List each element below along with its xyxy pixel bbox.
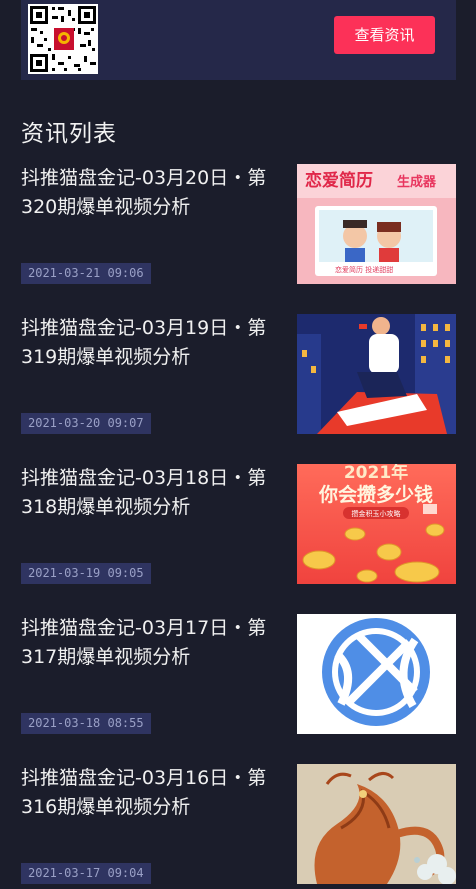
article-thumbnail[interactable] xyxy=(297,314,456,434)
article-date: 2021-03-19 09:05 xyxy=(21,563,151,584)
article-date: 2021-03-20 09:07 xyxy=(21,413,151,434)
article-item[interactable]: 抖推猫盘金记-03月16日・第316期爆单视频分析 2021-03-17 09:… xyxy=(21,764,456,884)
qr-card: 查看资讯 xyxy=(21,0,456,80)
article-date: 2021-03-18 08:55 xyxy=(21,713,151,734)
svg-text:恋爱简历: 恋爱简历 xyxy=(305,170,373,191)
svg-text:2021年: 2021年 xyxy=(344,464,408,483)
article-thumbnail[interactable] xyxy=(297,614,456,734)
svg-text:生成器: 生成器 xyxy=(397,174,437,190)
article-thumbnail[interactable]: 恋爱简历 生成器 恋爱简历 投递甜甜 xyxy=(297,164,456,284)
svg-text:恋爱简历 投递甜甜: 恋爱简历 投递甜甜 xyxy=(335,265,393,274)
svg-text:攒金积玉小攻略: 攒金积玉小攻略 xyxy=(352,509,401,518)
article-date: 2021-03-21 09:06 xyxy=(21,263,151,284)
article-item[interactable]: 抖推猫盘金记-03月17日・第317期爆单视频分析 2021-03-18 08:… xyxy=(21,614,456,734)
article-thumbnail[interactable] xyxy=(297,764,456,884)
section-title: 资讯列表 xyxy=(21,121,117,147)
article-title[interactable]: 抖推猫盘金记-03月19日・第319期爆单视频分析 xyxy=(21,314,276,372)
article-title[interactable]: 抖推猫盘金记-03月20日・第320期爆单视频分析 xyxy=(21,164,276,222)
article-date: 2021-03-17 09:04 xyxy=(21,863,151,884)
article-title[interactable]: 抖推猫盘金记-03月16日・第316期爆单视频分析 xyxy=(21,764,276,822)
article-item[interactable]: 抖推猫盘金记-03月20日・第320期爆单视频分析 2021-03-21 09:… xyxy=(21,164,456,284)
qr-code xyxy=(28,4,98,74)
article-title[interactable]: 抖推猫盘金记-03月17日・第317期爆单视频分析 xyxy=(21,614,276,672)
article-item[interactable]: 抖推猫盘金记-03月19日・第319期爆单视频分析 2021-03-20 09:… xyxy=(21,314,456,434)
article-title[interactable]: 抖推猫盘金记-03月18日・第318期爆单视频分析 xyxy=(21,464,276,522)
svg-text:你会攒多少钱: 你会攒多少钱 xyxy=(318,483,433,506)
view-news-button[interactable]: 查看资讯 xyxy=(334,16,435,54)
article-item[interactable]: 抖推猫盘金记-03月18日・第318期爆单视频分析 2021-03-19 09:… xyxy=(21,464,456,584)
article-thumbnail[interactable]: 2021年 你会攒多少钱 攒金积玉小攻略 xyxy=(297,464,456,584)
